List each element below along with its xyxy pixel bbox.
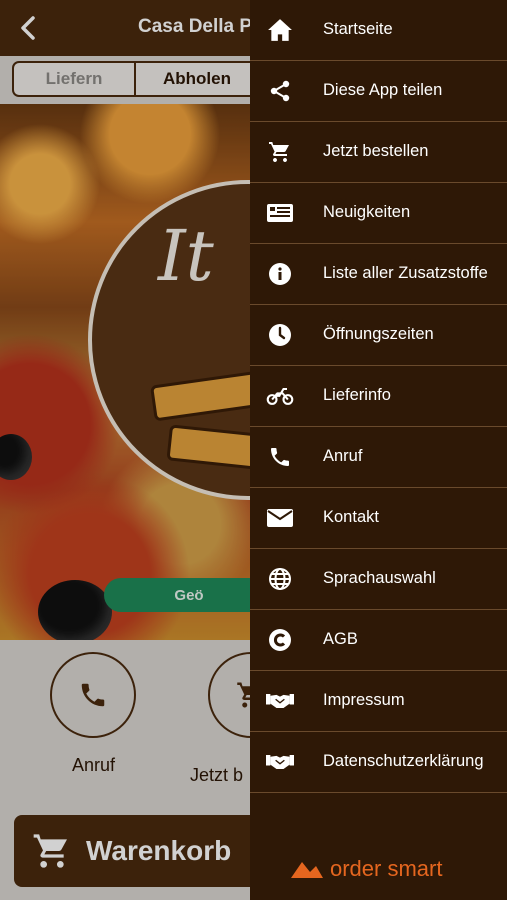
news-icon: [266, 201, 294, 225]
menu-item-imprint[interactable]: Impressum: [250, 671, 507, 732]
menu-item-label: Startseite: [323, 20, 393, 38]
menu-item-order-now[interactable]: Jetzt bestellen: [250, 122, 507, 183]
menu-item-label: AGB: [323, 630, 358, 648]
cart-icon: [266, 140, 294, 164]
order-smart-logo: order smart: [290, 856, 442, 882]
clock-icon: [266, 323, 294, 347]
menu-item-delivery-info[interactable]: Lieferinfo: [250, 366, 507, 427]
menu-item-label: Lieferinfo: [323, 386, 391, 404]
menu-item-language[interactable]: Sprachauswahl: [250, 549, 507, 610]
motorbike-icon: [266, 384, 294, 408]
menu-item-label: Impressum: [323, 691, 405, 709]
home-icon: [266, 18, 294, 42]
menu-item-startseite[interactable]: Startseite: [250, 0, 507, 61]
menu-item-label: Datenschutzerklärung: [323, 752, 484, 770]
handshake-icon: [266, 689, 294, 713]
share-icon: [266, 79, 294, 103]
menu-item-label: Sprachauswahl: [323, 569, 436, 587]
drawer-scrim[interactable]: [0, 0, 250, 900]
menu-item-label: Jetzt bestellen: [323, 142, 429, 160]
menu-item-label: Anruf: [323, 447, 363, 465]
menu-item-opening-hours[interactable]: Öffnungszeiten: [250, 305, 507, 366]
menu-item-terms[interactable]: AGB: [250, 610, 507, 671]
navigation-drawer: Startseite Diese App teilen Jetzt bestel…: [250, 0, 507, 900]
menu-item-share-app[interactable]: Diese App teilen: [250, 61, 507, 122]
copyright-icon: [266, 628, 294, 652]
menu-item-call[interactable]: Anruf: [250, 427, 507, 488]
globe-icon: [266, 567, 294, 591]
handshake-icon: [266, 750, 294, 774]
menu-item-additives[interactable]: Liste aller Zusatzstoffe: [250, 244, 507, 305]
menu-item-label: Liste aller Zusatzstoffe: [323, 264, 488, 282]
menu-item-news[interactable]: Neuigkeiten: [250, 183, 507, 244]
brand-text: order smart: [330, 856, 443, 881]
menu-item-privacy[interactable]: Datenschutzerklärung: [250, 732, 507, 793]
menu-item-label: Kontakt: [323, 508, 379, 526]
menu-item-label: Öffnungszeiten: [323, 325, 434, 343]
mail-icon: [266, 506, 294, 530]
order-smart-icon: [291, 862, 323, 878]
menu-item-label: Neuigkeiten: [323, 203, 411, 221]
phone-icon: [266, 445, 294, 469]
menu-item-contact[interactable]: Kontakt: [250, 488, 507, 549]
menu-item-label: Diese App teilen: [323, 81, 443, 99]
info-icon: [266, 262, 294, 286]
